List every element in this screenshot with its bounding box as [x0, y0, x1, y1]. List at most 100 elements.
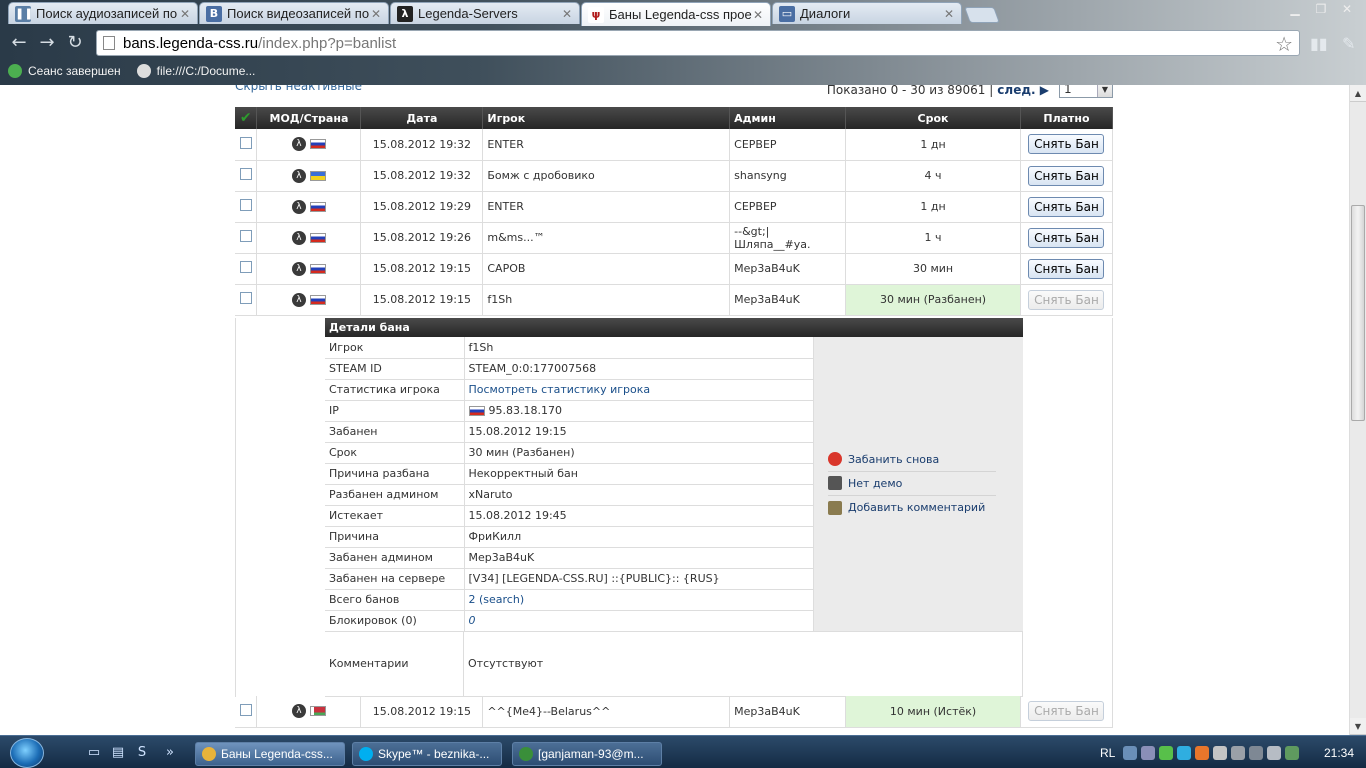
detail-value: [V34] [LEGENDA-CSS.RU] ::{PUBLIC}:: {RUS… — [464, 568, 814, 590]
row-checkbox[interactable] — [239, 261, 252, 273]
detail-label: Статистика игрока — [325, 379, 465, 401]
detail-link[interactable]: 0 — [469, 614, 476, 627]
bookmark-item[interactable]: file:///C:/Docume... — [136, 64, 255, 78]
taskbar-task[interactable]: Skype™ - beznika-... — [352, 742, 502, 766]
browser-tab[interactable]: B Поиск видеозаписей по ✕ — [199, 2, 389, 24]
details-action[interactable]: Добавить комментарий — [828, 496, 996, 520]
table-row[interactable]: λ 15.08.2012 19:32 ENTER СЕРВЕР 1 дн Снять Ба… — [235, 129, 1114, 161]
scroll-up-icon[interactable]: ▲ — [1350, 85, 1366, 102]
hide-inactive-link[interactable]: Скрыть неактивные — [235, 85, 362, 93]
skype-icon[interactable]: S — [134, 745, 150, 761]
row-checkbox[interactable] — [239, 168, 252, 180]
show-desktop-icon[interactable]: ▭ — [86, 745, 102, 761]
details-action[interactable]: Забанить снова — [828, 448, 996, 472]
table-row[interactable]: λ 15.08.2012 19:26 m&ms...™ --&gt;| Шляпа__… — [235, 222, 1114, 254]
table-row[interactable]: λ 15.08.2012 19:15 ^^{Me4}--Belarus^^ Ме… — [235, 696, 1114, 728]
detail-link[interactable]: 2 (search) — [469, 593, 525, 606]
unban-button[interactable]: Снять Бан — [1028, 196, 1105, 217]
admin-name: СЕРВЕР — [729, 191, 847, 223]
row-checkbox[interactable] — [239, 292, 252, 304]
bookmark-item[interactable]: Сеанс завершен — [8, 64, 121, 78]
table-row[interactable]: λ 15.08.2012 19:29 ENTER СЕРВЕР 1 дн Снять Ба… — [235, 191, 1114, 223]
table-row[interactable]: λ 15.08.2012 19:32 Бомж с дробовико shansyn… — [235, 160, 1114, 192]
browser-chrome: ❚❚ Поиск аудиозаписей по ✕ B Поиск видеозапи… — [0, 0, 1366, 85]
volume-icon[interactable] — [1213, 746, 1228, 760]
list-topline: Скрыть неактивные Показано 0 - 30 из 890… — [235, 85, 1113, 99]
back-icon[interactable]: ← — [8, 33, 30, 55]
details-action[interactable]: Нет демо — [828, 472, 996, 496]
row-checkbox[interactable] — [239, 230, 252, 242]
forward-icon[interactable]: → — [36, 33, 58, 55]
wrench-icon[interactable]: ✎ — [1342, 34, 1355, 53]
detail-value: xNaruto — [464, 484, 814, 506]
detail-link[interactable]: Посмотреть статистику игрока — [469, 383, 651, 396]
address-bar[interactable]: bans.legenda-css.ru/index.php?p=banlist … — [96, 30, 1300, 56]
tray-app-icon[interactable] — [1141, 746, 1156, 760]
unban-button[interactable]: Снять Бан — [1028, 701, 1105, 722]
bookmark-star-icon[interactable]: ☆ — [1275, 32, 1293, 56]
row-checkbox[interactable] — [239, 199, 252, 211]
scroll-down-icon[interactable]: ▼ — [1350, 718, 1366, 735]
start-button[interactable] — [10, 738, 44, 768]
tab-close-icon[interactable]: ✕ — [561, 7, 573, 21]
row-checkbox[interactable] — [239, 136, 252, 149]
browser-tab[interactable]: ψ Баны Legenda-css прое ✕ — [581, 2, 771, 26]
detail-value[interactable]: Посмотреть статистику игрока — [464, 379, 814, 401]
row-checkbox[interactable] — [239, 703, 252, 716]
table-row[interactable]: λ 15.08.2012 19:15 f1Sh Мер3аВ4uK 30 мин (Ра… — [235, 284, 1114, 316]
taskbar-task[interactable]: [ganjaman-93@m... — [512, 742, 662, 766]
reload-icon[interactable]: ↻ — [64, 33, 86, 55]
pager-next-link[interactable]: след. ▶ — [997, 85, 1049, 97]
language-indicator[interactable]: RL — [1100, 746, 1115, 760]
minimize-icon[interactable]: ▁ — [1282, 0, 1308, 18]
tab-close-icon[interactable]: ✕ — [752, 8, 764, 22]
extension-icon[interactable]: ▮▮ — [1310, 34, 1328, 53]
select-all-checkbox[interactable]: ✔ — [235, 107, 258, 129]
detail-label: Забанен — [325, 421, 465, 443]
tab-favicon-icon: ❚❚ — [15, 5, 34, 22]
detail-value[interactable]: 2 (search) — [464, 589, 814, 611]
tab-favicon-icon: λ — [397, 5, 413, 22]
unban-button[interactable]: Снять Бан — [1028, 258, 1105, 279]
tab-title: Поиск видеозаписей по — [227, 6, 370, 21]
browser-tab[interactable]: λ Legenda-Servers ✕ — [390, 2, 580, 24]
ban-date: 15.08.2012 19:26 — [360, 222, 484, 254]
tab-close-icon[interactable]: ✕ — [179, 7, 191, 21]
usb-icon[interactable] — [1249, 746, 1264, 760]
vertical-scrollbar[interactable]: ▲ ▼ — [1349, 85, 1366, 735]
new-tab-button[interactable] — [964, 7, 1000, 23]
chevron-down-icon: ▼ — [1097, 85, 1112, 97]
page-select[interactable]: 1 ▼ — [1059, 85, 1113, 98]
restore-icon[interactable]: ❐ — [1308, 0, 1334, 18]
detail-value[interactable]: 0 — [464, 610, 814, 632]
detail-text: 15.08.2012 19:15 — [468, 425, 567, 438]
ban-table: ✔ МОД/Страна Дата Игрок Админ Срок Платн… — [235, 107, 1114, 316]
unban-button[interactable]: Снять Бан — [1028, 289, 1105, 310]
close-icon[interactable]: ✕ — [1334, 0, 1360, 18]
power-icon[interactable] — [1285, 746, 1300, 760]
player-name: ^^{Me4}--Belarus^^ — [482, 696, 731, 728]
skype-tray-icon[interactable] — [1177, 746, 1192, 760]
network-icon[interactable] — [1123, 746, 1138, 760]
tab-close-icon[interactable]: ✕ — [943, 7, 955, 21]
scroll-thumb[interactable] — [1351, 205, 1365, 421]
speaker-icon[interactable] — [1267, 746, 1282, 760]
monitor-icon[interactable] — [1231, 746, 1246, 760]
quicklaunch-more-icon[interactable]: » — [162, 745, 178, 761]
browser-tab[interactable]: ▭ Диалоги ✕ — [772, 2, 962, 24]
tab-close-icon[interactable]: ✕ — [370, 7, 382, 21]
unban-button[interactable]: Снять Бан — [1028, 134, 1105, 155]
player-name: f1Sh — [482, 284, 731, 316]
taskbar-task[interactable]: Баны Legenda-css... — [195, 742, 345, 766]
unban-button[interactable]: Снять Бан — [1028, 165, 1105, 186]
unban-button[interactable]: Снять Бан — [1028, 227, 1105, 248]
clock[interactable]: 21:34 — [1324, 746, 1354, 760]
detail-label: IP — [325, 400, 465, 422]
ban-term: 4 ч — [845, 160, 1021, 192]
terminal-icon[interactable]: ▤ — [110, 745, 126, 761]
bookmark-icon — [136, 64, 151, 78]
update-icon[interactable] — [1195, 746, 1210, 760]
table-row[interactable]: λ 15.08.2012 19:15 САРОВ Мер3аВ4uK 30 мин Сня… — [235, 253, 1114, 285]
antivirus-icon[interactable] — [1159, 746, 1174, 760]
browser-tab[interactable]: ❚❚ Поиск аудиозаписей по ✕ — [8, 2, 198, 24]
